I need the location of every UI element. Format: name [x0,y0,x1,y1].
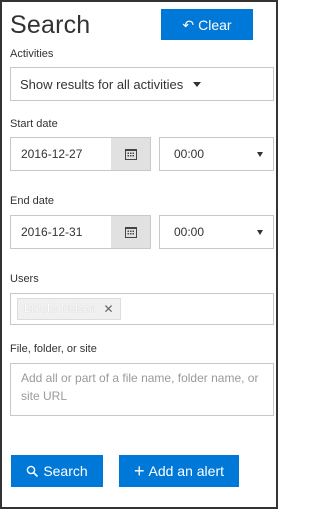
file-folder-site-placeholder: Add all or part of a file name, folder n… [21,371,259,403]
end-time-value: 00:00 [174,225,205,239]
end-date-label: End date [10,195,55,207]
chevron-down-icon [257,229,263,235]
chevron-down-icon [257,151,263,157]
add-alert-button-label: Add an alert [148,463,225,479]
search-icon [27,465,39,477]
user-chip-name: Brooks Nelson [24,303,96,315]
search-panel: Search ↶ Clear Activities Show results f… [0,0,278,509]
search-button[interactable]: Search [11,455,103,487]
users-input[interactable]: Brooks Nelson ✕ [10,293,274,325]
activities-label: Activities [10,48,54,60]
search-button-label: Search [43,463,88,479]
calendar-icon [124,148,137,160]
calendar-icon [124,226,137,238]
end-date-value: 2016-12-31 [21,225,83,239]
activities-value: Show results for all activities [20,76,184,92]
start-time-select[interactable]: 00:00 [159,137,274,171]
start-date-field[interactable]: 2016-12-27 [10,137,151,171]
end-date-field[interactable]: 2016-12-31 [10,215,151,249]
end-date-calendar-button[interactable] [111,216,150,248]
start-time-value: 00:00 [174,147,205,161]
end-time-select[interactable]: 00:00 [159,215,274,249]
chevron-down-icon [193,81,202,87]
start-date-value: 2016-12-27 [21,147,83,161]
file-folder-site-label: File, folder, or site [10,343,97,355]
add-alert-button[interactable]: + Add an alert [119,455,239,487]
page-title: Search [10,11,91,39]
clear-button[interactable]: ↶ Clear [161,9,253,40]
users-label: Users [10,273,39,285]
plus-icon: + [133,461,145,481]
file-folder-site-input[interactable]: Add all or part of a file name, folder n… [10,363,274,416]
start-date-label: Start date [10,118,58,130]
user-chip: Brooks Nelson ✕ [17,298,121,320]
clear-button-label: Clear [198,16,232,33]
activities-select[interactable]: Show results for all activities [10,67,274,101]
start-date-calendar-button[interactable] [111,138,150,170]
close-icon[interactable]: ✕ [104,302,114,316]
undo-icon: ↶ [182,16,195,33]
